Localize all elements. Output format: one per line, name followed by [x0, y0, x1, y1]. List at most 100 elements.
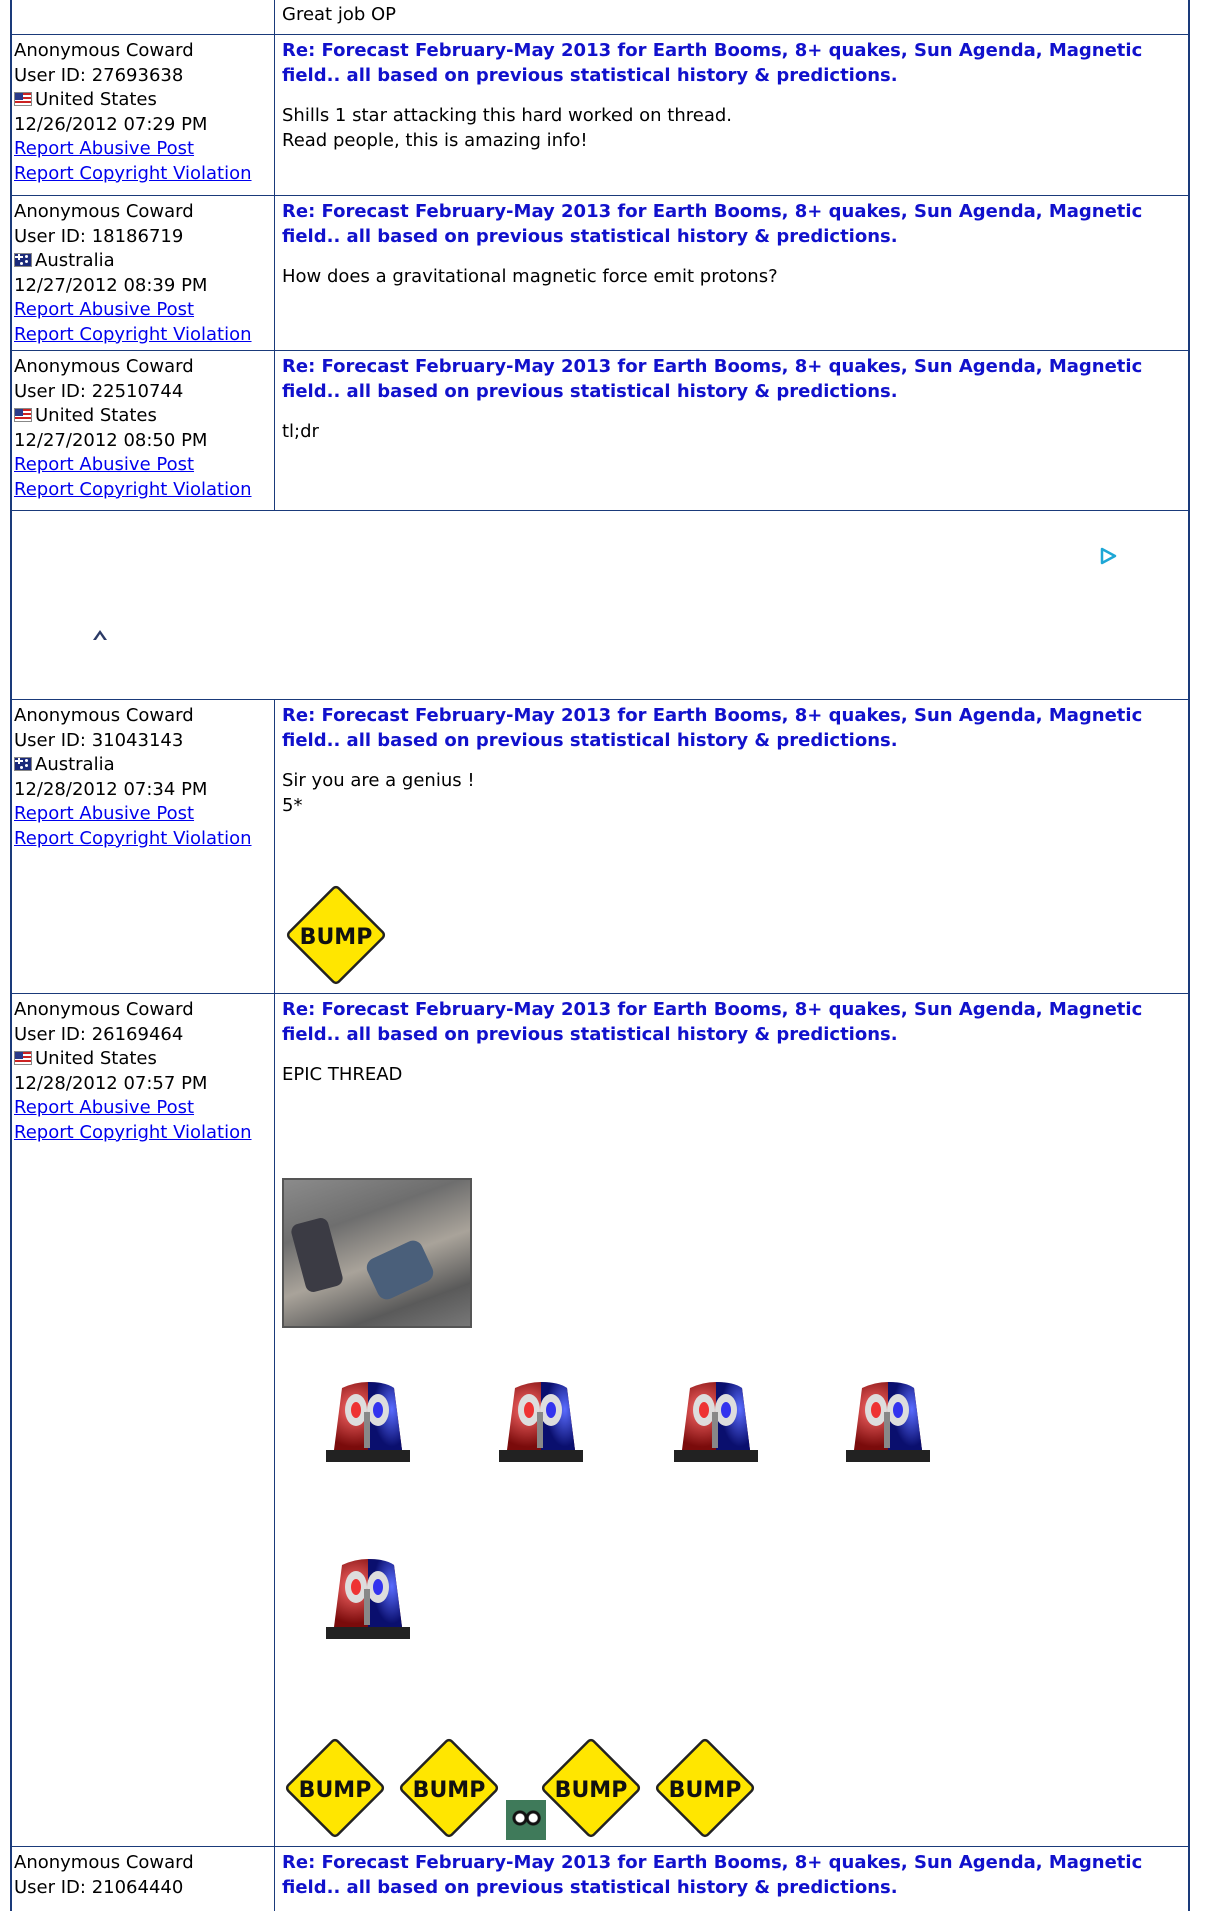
post-user-cell: Anonymous Coward User ID: 18186719 Austr… — [12, 196, 275, 350]
post-row-partial: Great job OP — [12, 0, 1188, 34]
post-datetime: 12/28/2012 07:57 PM — [14, 1072, 208, 1094]
post-user-cell: Anonymous Coward User ID: 31043143 Austr… — [12, 700, 275, 993]
post-body-line: Read people, this is amazing info! — [282, 129, 588, 151]
post-author: Anonymous Coward — [14, 705, 194, 726]
post-country: Australia — [14, 249, 274, 274]
siren-image — [836, 1372, 940, 1484]
report-abusive-post-link[interactable]: Report Abusive Post — [14, 1096, 194, 1121]
bump-sign-image: BUMP — [538, 1735, 644, 1849]
bump-sign-image: BUMP — [652, 1735, 758, 1849]
post-user-id: User ID: 31043143 — [14, 729, 184, 751]
post-body-line: Sir you are a genius ! — [282, 770, 475, 791]
post-row: Anonymous Coward User ID: 27693638 Unite… — [12, 34, 1188, 195]
post-content-cell: Re: Forecast February-May 2013 for Earth… — [276, 196, 1188, 350]
post-title: Re: Forecast February-May 2013 for Earth… — [282, 1852, 1143, 1898]
us-flag-icon — [14, 92, 32, 106]
post-body-line: EPIC THREAD — [282, 1064, 403, 1085]
post-country: United States — [14, 88, 274, 113]
bump-sign-image: BUMP — [286, 885, 386, 985]
bump-sign-text: BUMP — [413, 1778, 486, 1803]
report-copyright-violation-link[interactable]: Report Copyright Violation — [14, 478, 252, 503]
post-country: United States — [14, 1047, 274, 1072]
post-row: Anonymous Coward User ID: 22510744 Unite… — [12, 350, 1188, 510]
us-flag-icon — [14, 1051, 32, 1065]
post-content-cell: Re: Forecast February-May 2013 for Earth… — [276, 1847, 1188, 1911]
post-title: Re: Forecast February-May 2013 for Earth… — [282, 356, 1143, 402]
post-datetime: 12/27/2012 08:39 PM — [14, 274, 208, 296]
post-author: Anonymous Coward — [14, 1852, 194, 1873]
post-user-id: User ID: 26169464 — [14, 1023, 184, 1045]
post-user-cell: Anonymous Coward User ID: 22510744 Unite… — [12, 351, 275, 510]
post-user-cell: Anonymous Coward User ID: 27693638 Unite… — [12, 35, 275, 195]
post-content-cell: Re: Forecast February-May 2013 for Earth… — [276, 35, 1188, 195]
bump-sign-text: BUMP — [669, 1778, 742, 1803]
post-body: Sir you are a genius ! 5* — [282, 769, 1188, 818]
ad-row — [12, 510, 1188, 699]
post-datetime: 12/28/2012 07:34 PM — [14, 778, 208, 800]
siren-image — [489, 1372, 593, 1484]
post-row: Anonymous Coward User ID: 26169464 Unite… — [12, 993, 1188, 1846]
au-flag-icon — [14, 757, 32, 771]
post-row: Anonymous Coward User ID: 31043143 Austr… — [12, 699, 1188, 993]
post-content-cell: Re: Forecast February-May 2013 for Earth… — [276, 994, 1188, 1846]
post-body: EPIC THREAD — [282, 1063, 1188, 1088]
siren-image — [316, 1549, 420, 1661]
post-user-cell: Anonymous Coward User ID: 26169464 Unite… — [12, 994, 275, 1846]
bump-sign-image: BUMP — [282, 1735, 388, 1849]
post-author: Anonymous Coward — [14, 40, 194, 61]
post-datetime: 12/26/2012 07:29 PM — [14, 113, 208, 135]
post-country: Australia — [14, 753, 274, 778]
report-copyright-violation-link[interactable]: Report Copyright Violation — [14, 323, 252, 348]
report-copyright-violation-link[interactable]: Report Copyright Violation — [14, 162, 252, 187]
zombie-photo-image — [282, 1178, 472, 1328]
bump-sign-image: BUMP — [396, 1735, 502, 1849]
post-body-line: How does a gravitational magnetic force … — [282, 266, 778, 287]
ad-choices-icon[interactable] — [91, 628, 109, 642]
thread-table: Great job OP Anonymous Coward User ID: 2… — [10, 0, 1190, 1911]
au-flag-icon — [14, 253, 32, 267]
post-body: Shills 1 star attacking this hard worked… — [282, 104, 1188, 153]
bump-sign-text: BUMP — [299, 1778, 372, 1803]
post-user-id: User ID: 27693638 — [14, 64, 184, 86]
ad-play-icon[interactable] — [1099, 547, 1117, 565]
post-body: How does a gravitational magnetic force … — [282, 265, 1188, 290]
report-abusive-post-link[interactable]: Report Abusive Post — [14, 453, 194, 478]
post-title: Re: Forecast February-May 2013 for Earth… — [282, 999, 1143, 1045]
post-row: Anonymous Coward User ID: 18186719 Austr… — [12, 195, 1188, 350]
post-user-id: User ID: 18186719 — [14, 225, 184, 247]
post-row: Anonymous Coward User ID: 21064440 Re: F… — [12, 1846, 1188, 1911]
post-content-cell: Re: Forecast February-May 2013 for Earth… — [276, 700, 1188, 993]
post-content-cell: Great job OP — [276, 0, 1188, 34]
post-body-line: tl;dr — [282, 421, 319, 442]
report-copyright-violation-link[interactable]: Report Copyright Violation — [14, 827, 252, 852]
post-country: United States — [14, 404, 274, 429]
bump-sign-text: BUMP — [555, 1778, 628, 1803]
post-body-line: Great job OP — [282, 4, 397, 25]
post-country-name: Australia — [35, 754, 115, 775]
post-body: tl;dr — [282, 420, 1188, 445]
siren-image — [664, 1372, 768, 1484]
post-user-cell — [12, 0, 275, 34]
bump-sign-text: BUMP — [300, 925, 373, 950]
report-abusive-post-link[interactable]: Report Abusive Post — [14, 137, 194, 162]
post-country-name: Australia — [35, 250, 115, 271]
post-author: Anonymous Coward — [14, 999, 194, 1020]
post-datetime: 12/27/2012 08:50 PM — [14, 429, 208, 451]
report-abusive-post-link[interactable]: Report Abusive Post — [14, 802, 194, 827]
post-user-cell: Anonymous Coward User ID: 21064440 — [12, 1847, 275, 1911]
post-title: Re: Forecast February-May 2013 for Earth… — [282, 705, 1143, 751]
post-title: Re: Forecast February-May 2013 for Earth… — [282, 40, 1143, 86]
report-abusive-post-link[interactable]: Report Abusive Post — [14, 298, 194, 323]
post-country-name: United States — [35, 89, 157, 110]
post-body-line: 5* — [282, 794, 303, 816]
post-user-id: User ID: 22510744 — [14, 380, 184, 402]
post-country-name: United States — [35, 1048, 157, 1069]
post-user-id: User ID: 21064440 — [14, 1876, 184, 1898]
post-title: Re: Forecast February-May 2013 for Earth… — [282, 201, 1143, 247]
us-flag-icon — [14, 408, 32, 422]
post-author: Anonymous Coward — [14, 356, 194, 377]
report-copyright-violation-link[interactable]: Report Copyright Violation — [14, 1121, 252, 1146]
post-body-line: Shills 1 star attacking this hard worked… — [282, 105, 732, 126]
post-author: Anonymous Coward — [14, 201, 194, 222]
post-country-name: United States — [35, 405, 157, 426]
